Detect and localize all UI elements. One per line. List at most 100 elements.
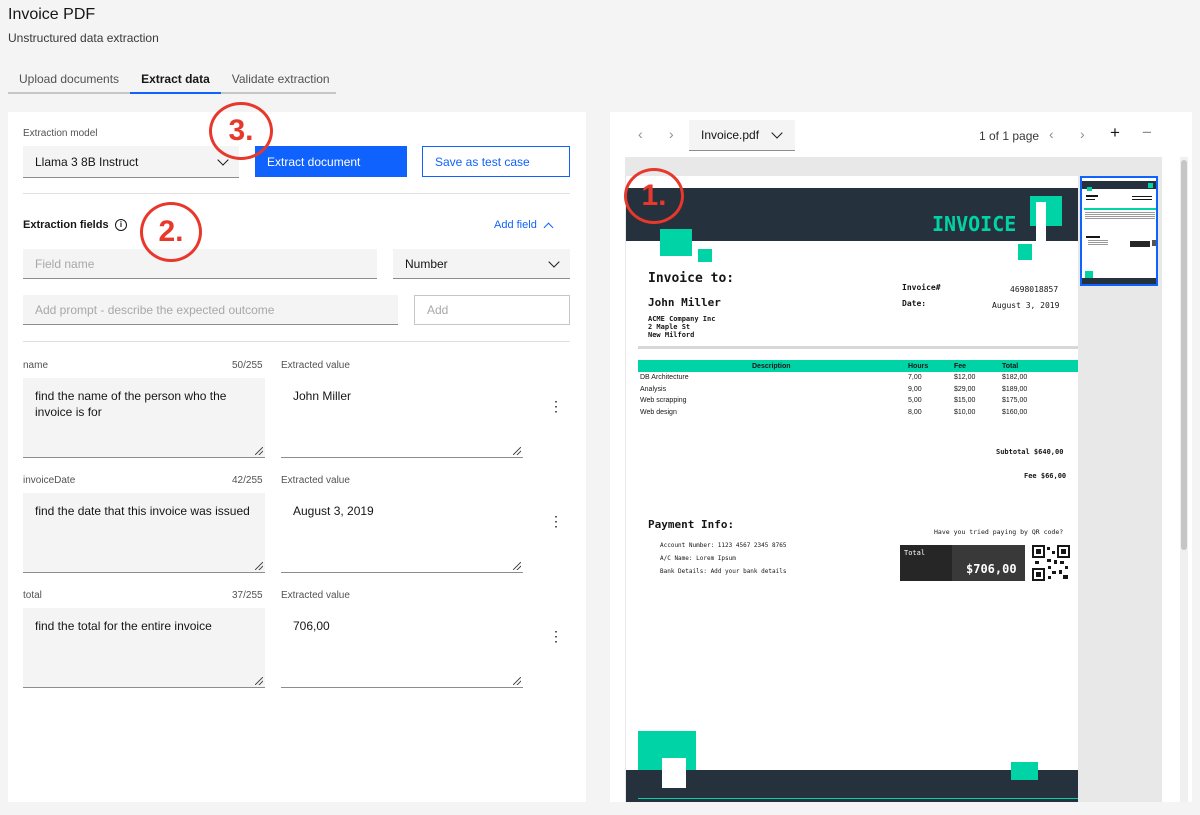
field-type-value: Number xyxy=(405,256,448,271)
customer-city: New Milford xyxy=(648,331,695,339)
zoom-out-icon[interactable]: − xyxy=(1142,123,1152,143)
column-header: Description xyxy=(752,362,791,370)
annotation-step-1: 1. xyxy=(624,168,684,224)
invoice-subtotal: Subtotal $640,00 xyxy=(996,448,1064,456)
decor-square xyxy=(1011,762,1038,780)
overflow-menu-icon[interactable]: ⋮ xyxy=(549,514,563,528)
table-row: Web scrapping 5,00 $15,00 $175,00 xyxy=(640,397,1028,405)
invoice-number-label: Invoice# xyxy=(902,283,941,292)
qr-prompt: Have you tried paying by QR code? xyxy=(934,528,1064,536)
extracted-value-textarea[interactable]: John Miller xyxy=(281,378,523,458)
invoice-to-label: Invoice to: xyxy=(648,271,735,286)
field-name-input[interactable]: Field name xyxy=(23,249,377,279)
extracted-value-label: Extracted value xyxy=(281,475,350,486)
next-page-icon[interactable]: › xyxy=(1080,126,1085,142)
extracted-value-text: August 3, 2019 xyxy=(293,504,374,518)
total-label: Total xyxy=(904,549,926,557)
prompt-text: find the date that this invoice was issu… xyxy=(35,504,250,518)
resize-handle-icon[interactable] xyxy=(513,447,521,455)
resize-handle-icon[interactable] xyxy=(255,562,263,570)
invoice-number: 4698018857 xyxy=(1010,285,1059,294)
separator-line xyxy=(638,346,1078,349)
extraction-fields-title: Extraction fields xyxy=(23,219,109,231)
customer-street: 2 Maple St xyxy=(648,323,691,331)
prompt-textarea[interactable]: find the total for the entire invoice xyxy=(23,608,265,688)
extracted-value-text: 706,00 xyxy=(293,619,330,633)
extracted-value-textarea[interactable]: August 3, 2019 xyxy=(281,493,523,573)
extraction-model-value: Llama 3 8B Instruct xyxy=(35,154,139,169)
footer-line xyxy=(638,798,1078,799)
chevron-up-icon xyxy=(543,222,554,232)
prompt-textarea[interactable]: find the name of the person who the invo… xyxy=(23,378,265,458)
add-field-link[interactable]: Add field xyxy=(494,219,554,232)
column-header: Fee xyxy=(954,362,967,370)
add-input[interactable]: Add xyxy=(414,295,570,325)
field-name-label: invoiceDate xyxy=(23,475,76,486)
payment-info-title: Payment Info: xyxy=(648,518,735,531)
previous-icon[interactable]: ‹ xyxy=(638,126,643,142)
divider xyxy=(23,193,570,194)
extracted-value-label: Extracted value xyxy=(281,360,350,371)
prompt-textarea[interactable]: find the date that this invoice was issu… xyxy=(23,493,265,573)
page-indicator: 1 of 1 page xyxy=(979,129,1040,143)
file-selector-dropdown[interactable]: Invoice.pdf xyxy=(689,120,795,151)
field-char-count: 37/255 xyxy=(232,590,263,601)
overflow-menu-icon[interactable]: ⋮ xyxy=(549,399,563,413)
resize-handle-icon[interactable] xyxy=(255,677,263,685)
resize-handle-icon[interactable] xyxy=(513,562,521,570)
decor-square xyxy=(1030,196,1062,226)
annotation-step-2: 2. xyxy=(140,202,202,262)
previous-page-icon[interactable]: ‹ xyxy=(1049,126,1054,142)
field-char-count: 42/255 xyxy=(232,475,263,486)
field-type-dropdown[interactable]: Number xyxy=(393,249,570,279)
column-header: Total xyxy=(1002,362,1019,370)
invoice-page: INVOICE Invoice to: John Miller ACME Com… xyxy=(626,176,1078,802)
field-name-label: total xyxy=(23,590,42,601)
save-test-case-button[interactable]: Save as test case xyxy=(422,146,570,177)
decor-square xyxy=(1018,244,1032,260)
next-icon[interactable]: › xyxy=(669,126,674,142)
page-subtitle: Unstructured data extraction xyxy=(8,31,159,45)
zoom-in-icon[interactable]: + xyxy=(1110,123,1120,143)
resize-handle-icon[interactable] xyxy=(255,447,263,455)
chevron-down-icon xyxy=(548,255,560,268)
table-row: DB Architecture 7,00 $12,00 $182,00 xyxy=(640,374,1028,382)
page-title: Invoice PDF xyxy=(8,6,96,23)
chevron-down-icon xyxy=(771,127,783,139)
column-header: Hours xyxy=(908,362,929,370)
info-icon[interactable]: i xyxy=(115,219,127,231)
tab-bar: Upload documents Extract data Validate e… xyxy=(8,66,336,94)
payment-bank: Bank Details: Add your bank details xyxy=(660,568,787,575)
tab-validate-extraction[interactable]: Validate extraction xyxy=(221,66,341,94)
file-name: Invoice.pdf xyxy=(701,128,760,142)
overflow-menu-icon[interactable]: ⋮ xyxy=(549,629,563,643)
extraction-model-dropdown[interactable]: Llama 3 8B Instruct xyxy=(23,146,239,178)
prompt-text: find the name of the person who the invo… xyxy=(35,389,227,419)
decor-square xyxy=(1036,202,1046,242)
page-thumbnail[interactable] xyxy=(1080,176,1158,286)
tab-upload-documents[interactable]: Upload documents xyxy=(8,66,130,94)
invoice-date: August 3, 2019 xyxy=(992,301,1060,310)
tab-extract-data[interactable]: Extract data xyxy=(130,66,221,94)
prompt-input[interactable]: Add prompt - describe the expected outco… xyxy=(23,295,398,325)
prompt-text: find the total for the entire invoice xyxy=(35,619,212,633)
total-box: Total $706,00 xyxy=(900,545,1025,581)
invoice-fee: Fee $66,00 xyxy=(1024,472,1067,480)
extraction-model-label: Extraction model xyxy=(23,128,98,139)
scrollbar-thumb[interactable] xyxy=(1181,160,1187,550)
invoice-date-label: Date: xyxy=(902,299,927,308)
extracted-value-label: Extracted value xyxy=(281,590,350,601)
invoice-table-body: DB Architecture 7,00 $12,00 $182,00 Anal… xyxy=(638,372,1078,418)
invoice-heading: INVOICE xyxy=(932,212,1017,236)
qr-code-icon xyxy=(1032,545,1070,581)
customer-name: John Miller xyxy=(648,296,721,309)
extracted-value-textarea[interactable]: 706,00 xyxy=(281,608,523,688)
decor-square xyxy=(662,758,686,788)
table-row: Web design 8,00 $10,00 $160,00 xyxy=(640,408,1028,416)
extract-document-button[interactable]: Extract document xyxy=(255,146,407,177)
payment-account: Account Number: 1123 4567 2345 8765 xyxy=(660,542,787,549)
table-header: Description Hours Fee Total xyxy=(638,360,1078,372)
divider xyxy=(23,341,570,342)
table-row: Analysis 9,00 $29,00 $189,00 xyxy=(640,385,1028,393)
resize-handle-icon[interactable] xyxy=(513,677,521,685)
